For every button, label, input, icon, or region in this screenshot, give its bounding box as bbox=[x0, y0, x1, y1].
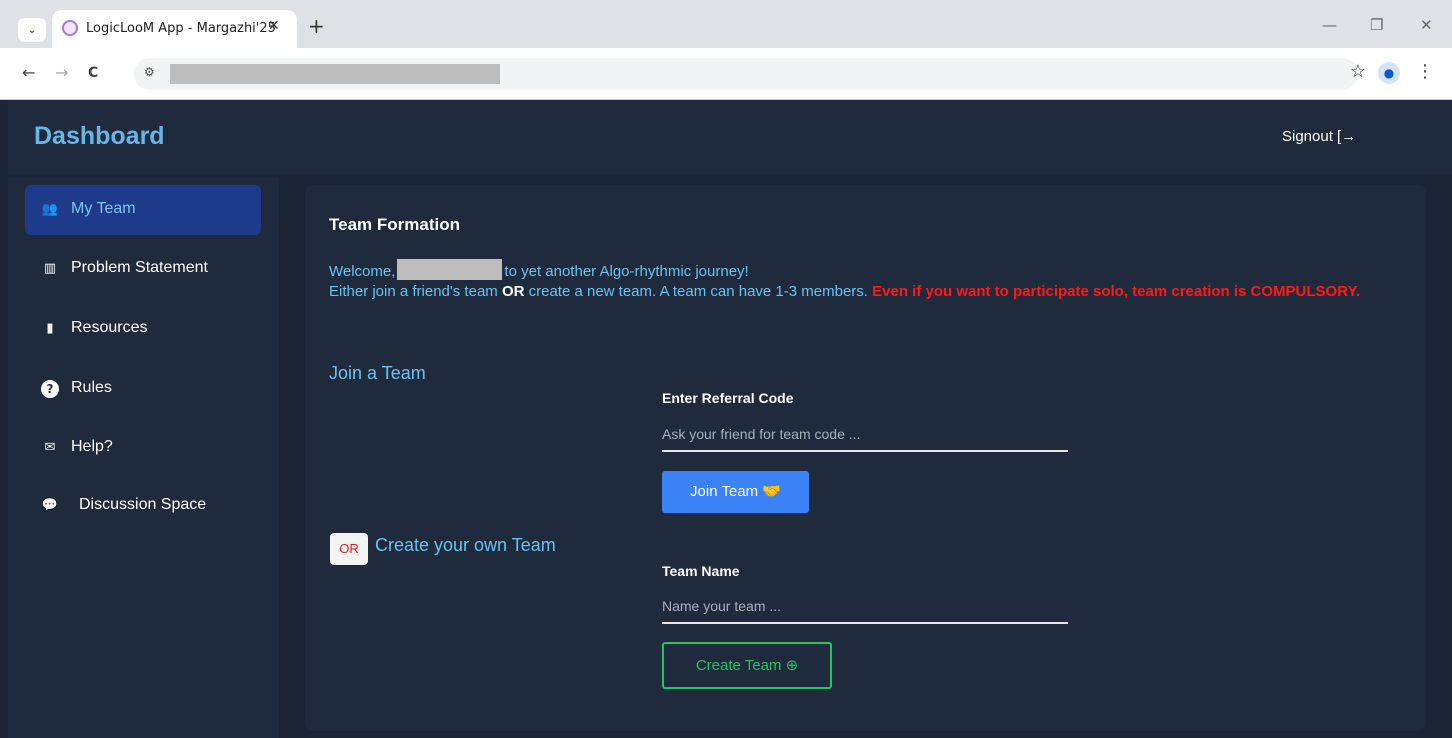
create-team-button[interactable]: Create Team ⊕ bbox=[662, 642, 832, 689]
users-icon: 👥 bbox=[41, 202, 59, 217]
sidebar-item-label: Discussion Space bbox=[79, 496, 207, 513]
or-badge: OR bbox=[330, 533, 368, 565]
team-name-label: Team Name bbox=[662, 563, 740, 579]
sidebar-item-label: Problem Statement bbox=[71, 259, 208, 276]
sidebar-item-resources[interactable]: ▮ Resources bbox=[25, 304, 261, 354]
app-header: Dashboard Signout [→ bbox=[8, 100, 1452, 174]
welcome-message: Welcome, to yet another Algo-rhythmic jou… bbox=[329, 259, 1399, 302]
username-redacted bbox=[397, 259, 503, 280]
join-team-button[interactable]: Join Team 🤝 bbox=[662, 471, 809, 513]
favicon-icon bbox=[62, 20, 78, 36]
url-redacted bbox=[170, 64, 500, 84]
join-team-title: Join a Team bbox=[329, 363, 426, 383]
restore-icon[interactable]: ❐ bbox=[1370, 16, 1383, 34]
compulsory-warning: Even if you want to participate solo, te… bbox=[872, 283, 1361, 300]
team-name-input[interactable] bbox=[662, 590, 1068, 624]
comments-icon: 💬 bbox=[41, 498, 59, 513]
sidebar-item-discussion-space[interactable]: 💬 Discussion Space bbox=[25, 481, 261, 531]
new-tab-button[interactable]: + bbox=[308, 16, 325, 36]
reload-icon[interactable]: C bbox=[88, 63, 98, 83]
browser-tab-bar: ⌄ LogicLooM App - Margazhi'25 ✕ + — ❐ ✕ bbox=[0, 0, 1452, 48]
browser-toolbar: ← → C ⚙ ☆ ● ⋮ bbox=[0, 48, 1452, 100]
sidebar-item-help[interactable]: ✉ Help? bbox=[25, 423, 261, 473]
tab-title: LogicLooM App - Margazhi'25 bbox=[86, 21, 276, 36]
browser-menu-icon[interactable]: ⋮ bbox=[1416, 61, 1434, 82]
forward-icon[interactable]: → bbox=[55, 63, 68, 83]
chart-icon: ▥ bbox=[43, 261, 57, 276]
create-team-title: Create your own Team bbox=[375, 535, 556, 555]
window-close-icon[interactable]: ✕ bbox=[1420, 16, 1433, 34]
tab-close-icon[interactable]: ✕ bbox=[268, 18, 280, 34]
welcome-suffix: to yet another Algo-rhythmic journey! bbox=[504, 263, 749, 280]
browser-tab[interactable]: LogicLooM App - Margazhi'25 ✕ bbox=[52, 10, 297, 48]
instructions-text-2: create a new team. A team can have 1-3 m… bbox=[528, 283, 868, 300]
file-icon: ▮ bbox=[46, 321, 54, 336]
question-icon: ? bbox=[41, 380, 59, 398]
envelope-icon: ✉ bbox=[44, 440, 56, 455]
address-bar[interactable]: ⚙ bbox=[134, 58, 1358, 90]
sidebar: 👥 My Team ▥ Problem Statement ▮ Resource… bbox=[8, 178, 279, 738]
sidebar-item-rules[interactable]: ? Rules bbox=[25, 364, 261, 414]
or-emphasis: OR bbox=[501, 283, 525, 300]
sidebar-item-label: Resources bbox=[71, 319, 148, 336]
referral-code-input[interactable] bbox=[662, 418, 1068, 452]
tab-search-button[interactable]: ⌄ bbox=[18, 18, 46, 42]
back-icon[interactable]: ← bbox=[22, 63, 35, 83]
sidebar-item-my-team[interactable]: 👥 My Team bbox=[25, 185, 261, 235]
profile-avatar-icon[interactable]: ● bbox=[1378, 62, 1400, 84]
welcome-prefix: Welcome, bbox=[329, 263, 396, 280]
signout-button[interactable]: Signout [→ bbox=[1282, 128, 1356, 145]
instructions-text: Either join a friend's team bbox=[329, 283, 498, 300]
referral-code-label: Enter Referral Code bbox=[662, 390, 794, 406]
team-formation-card: Team Formation Welcome, to yet another Al… bbox=[305, 185, 1426, 731]
sidebar-item-label: My Team bbox=[71, 200, 136, 217]
section-heading: Team Formation bbox=[329, 215, 460, 234]
page-title: Dashboard bbox=[34, 122, 165, 150]
sidebar-item-label: Rules bbox=[71, 379, 112, 396]
bookmark-star-icon[interactable]: ☆ bbox=[1350, 61, 1366, 82]
site-settings-icon[interactable]: ⚙ bbox=[144, 65, 155, 79]
sidebar-item-problem-statement[interactable]: ▥ Problem Statement bbox=[25, 244, 261, 294]
minimize-icon[interactable]: — bbox=[1322, 16, 1337, 34]
sidebar-item-label: Help? bbox=[71, 438, 113, 455]
